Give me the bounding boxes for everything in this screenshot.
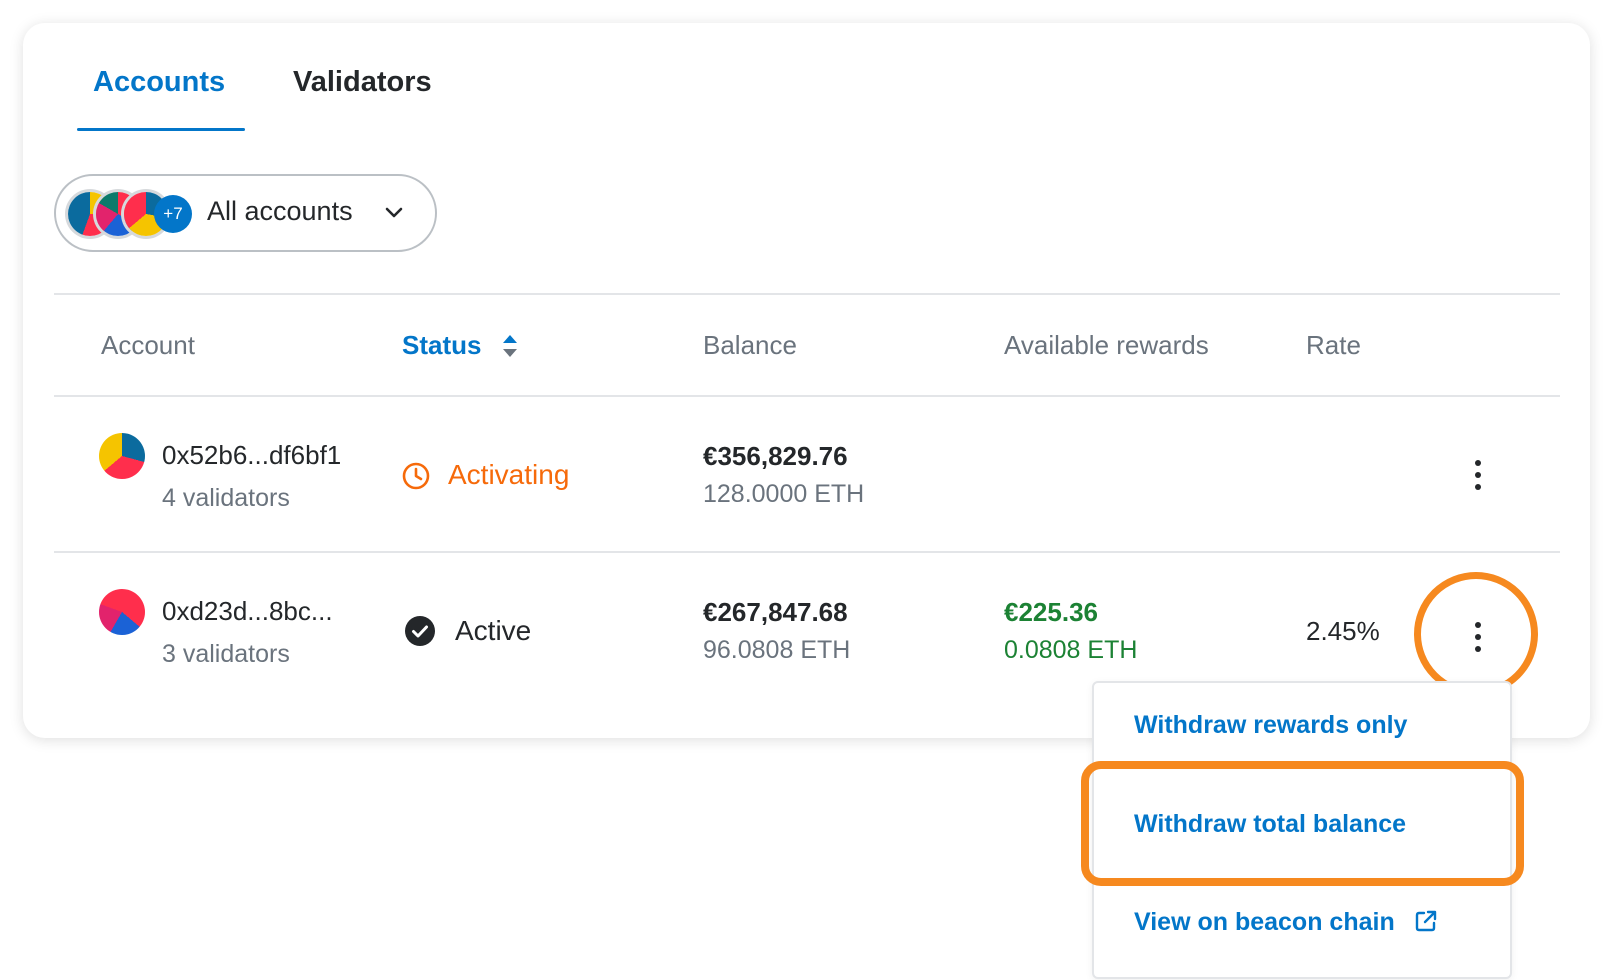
status-active: Active: [455, 615, 532, 646]
divider: [54, 293, 1560, 295]
menu-item-view-beacon-chain[interactable]: View on beacon chain: [1134, 908, 1438, 937]
check-circle-icon: [405, 616, 435, 646]
validator-count: 4 validators: [162, 484, 290, 512]
rewards-fiat: €225.36: [1004, 597, 1098, 627]
highlight-box: [1081, 761, 1524, 886]
tab-accounts[interactable]: Accounts: [93, 66, 225, 99]
account-address[interactable]: 0x52b6...df6bf1: [162, 440, 341, 471]
balance-fiat: €267,847.68: [703, 597, 848, 627]
divider: [54, 395, 1560, 397]
rate-value: 2.45%: [1306, 616, 1380, 646]
account-avatar: [99, 589, 145, 635]
column-header-rewards: Available rewards: [1004, 330, 1209, 360]
column-header-account: Account: [101, 330, 195, 360]
active-tab-indicator: [77, 128, 245, 131]
status-activating: Activating: [448, 459, 570, 490]
column-header-balance: Balance: [703, 330, 797, 360]
account-picker-label: All accounts: [207, 196, 353, 226]
divider: [54, 551, 1560, 553]
sort-icon[interactable]: [500, 332, 520, 360]
highlight-circle: [1414, 572, 1538, 696]
account-picker[interactable]: +7 All accounts: [54, 174, 437, 252]
account-avatar: [99, 433, 145, 479]
menu-item-label: View on beacon chain: [1134, 908, 1395, 936]
validator-count: 3 validators: [162, 640, 290, 668]
more-vertical-icon[interactable]: [1464, 460, 1492, 496]
more-accounts-badge: +7: [154, 195, 192, 233]
rewards-eth: 0.0808 ETH: [1004, 636, 1138, 664]
tab-validators[interactable]: Validators: [293, 66, 432, 99]
menu-item-withdraw-rewards[interactable]: Withdraw rewards only: [1134, 711, 1407, 740]
balance-eth: 128.0000 ETH: [703, 480, 865, 508]
balance-fiat: €356,829.76: [703, 441, 848, 471]
account-address[interactable]: 0xd23d...8bc...: [162, 596, 333, 627]
column-header-rate: Rate: [1306, 330, 1361, 360]
clock-icon: [402, 462, 430, 490]
external-link-icon: [1415, 910, 1436, 932]
balance-eth: 96.0808 ETH: [703, 636, 851, 664]
column-header-status[interactable]: Status: [402, 330, 481, 361]
chevron-down-icon: [385, 207, 403, 218]
